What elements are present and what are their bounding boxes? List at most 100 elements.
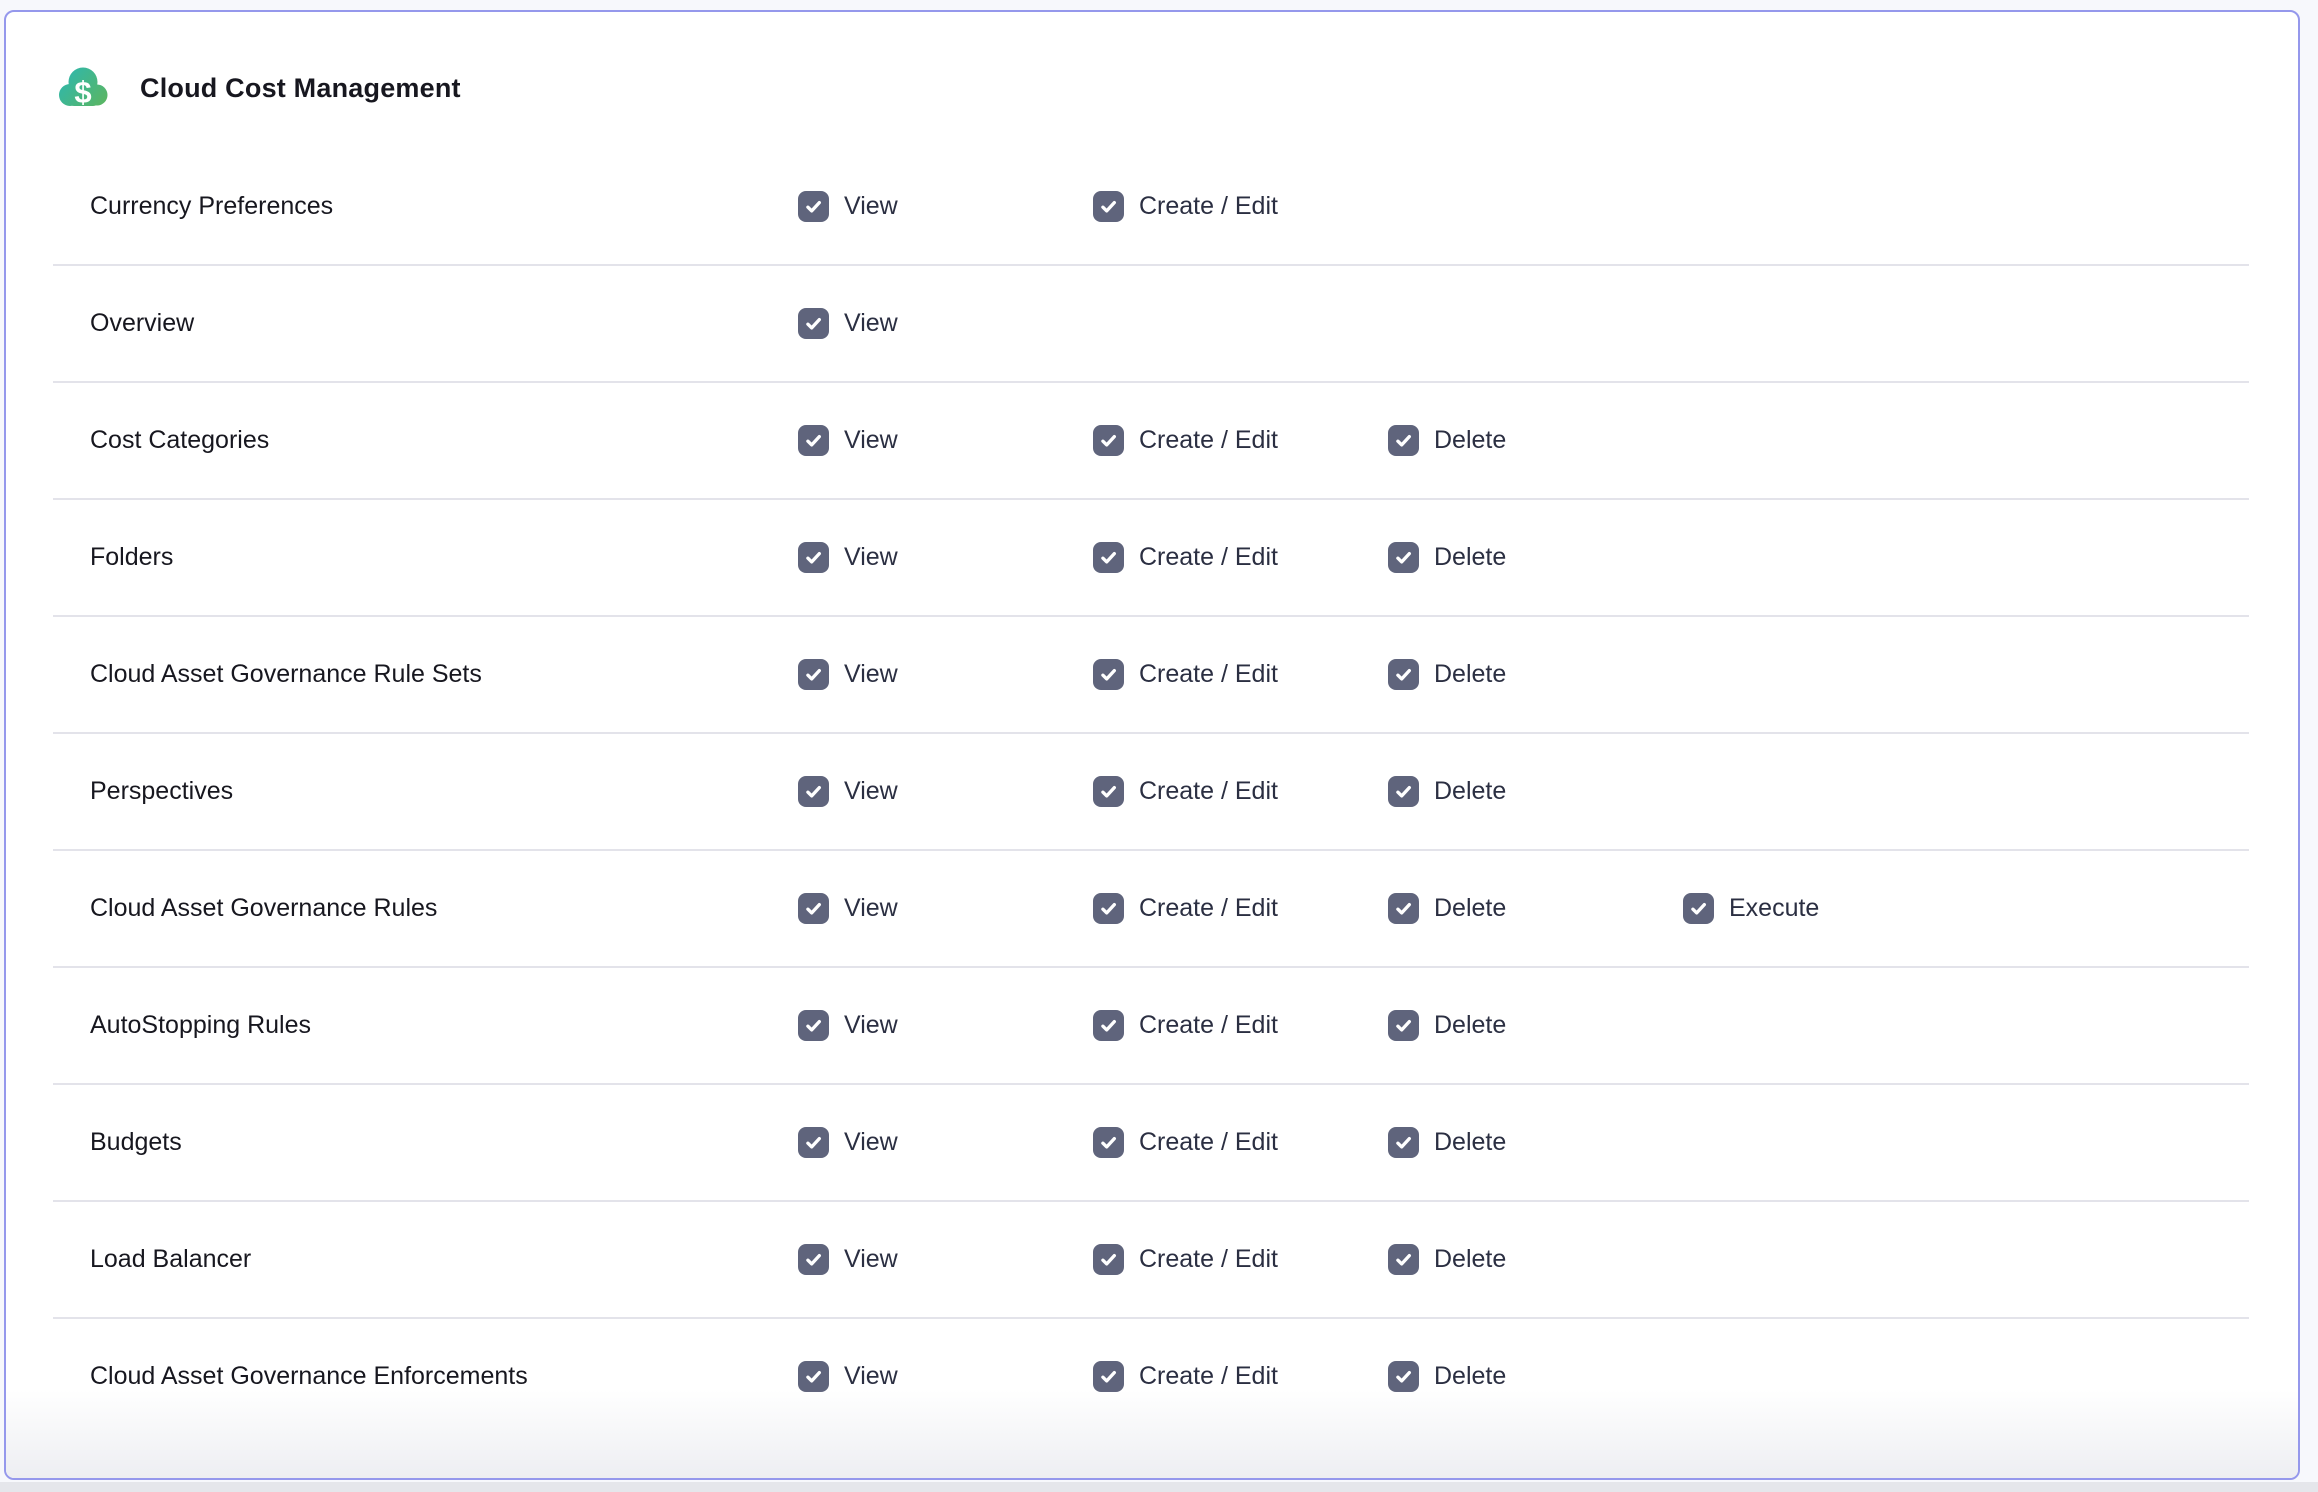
resource-name: Folders [6,543,798,572]
checkbox[interactable] [798,425,829,456]
checkbox[interactable] [1388,893,1419,924]
checkbox[interactable] [1093,1010,1124,1041]
permission-label: Delete [1434,1245,1506,1274]
permission-label: View [844,192,898,221]
check-icon [1394,548,1413,567]
checkbox[interactable] [1093,1361,1124,1392]
check-icon [804,548,823,567]
checkbox[interactable] [1093,191,1124,222]
check-icon [804,1250,823,1269]
checkbox[interactable] [1388,659,1419,690]
check-icon [1099,899,1118,918]
checkbox[interactable] [1388,425,1419,456]
permission-label: Delete [1434,1011,1506,1040]
svg-text:$: $ [74,75,91,110]
permission-view: View [798,1244,1093,1275]
permission-row: AutoStopping Rules ViewCreate / EditDele… [6,967,2298,1084]
permission-row: Cloud Asset Governance Enforcements View… [6,1318,2298,1435]
checkbox[interactable] [798,1361,829,1392]
checkbox[interactable] [798,191,829,222]
check-icon [804,1016,823,1035]
permission-row: Currency Preferences View Create / Edit [6,148,2298,265]
permission-label: View [844,426,898,455]
permission-row: Overview View [6,265,2298,382]
permission-create-edit: Create / Edit [1093,659,1388,690]
permission-view: View [798,1010,1093,1041]
checkbox[interactable] [1388,1244,1419,1275]
permission-row: Cloud Asset Governance Rule Sets View Cre… [6,616,2298,733]
check-icon [1394,431,1413,450]
permission-label: Create / Edit [1139,660,1278,689]
checkbox[interactable] [1093,659,1124,690]
permission-view: View [798,308,1093,339]
permission-label: Create / Edit [1139,426,1278,455]
checkbox[interactable] [798,308,829,339]
checkbox[interactable] [798,542,829,573]
checkbox[interactable] [798,1127,829,1158]
permission-create-edit: Create / Edit [1093,542,1388,573]
checkbox[interactable] [1683,893,1714,924]
permission-view: View [798,659,1093,690]
check-icon [1099,1133,1118,1152]
checkbox[interactable] [798,776,829,807]
permission-label: Create / Edit [1139,543,1278,572]
permission-row: Perspectives ViewCreate / EditDelete [6,733,2298,850]
check-icon [804,1367,823,1386]
permission-label: Delete [1434,777,1506,806]
permission-label: View [844,894,898,923]
permission-row: Folders View Create / Edit Delete [6,499,2298,616]
checkbox[interactable] [798,1010,829,1041]
resource-name: Cloud Asset Governance Rules [6,894,798,923]
checkbox[interactable] [1093,776,1124,807]
checkbox[interactable] [798,1244,829,1275]
checkbox[interactable] [798,659,829,690]
checkbox[interactable] [1093,893,1124,924]
resource-name: Currency Preferences [6,192,798,221]
check-icon [1099,782,1118,801]
checkbox[interactable] [1388,776,1419,807]
checkbox[interactable] [1093,542,1124,573]
permission-label: Create / Edit [1139,1128,1278,1157]
check-icon [804,899,823,918]
checkbox[interactable] [1093,1244,1124,1275]
checkbox[interactable] [1388,1361,1419,1392]
check-icon [804,782,823,801]
permission-view: View [798,425,1093,456]
permission-create-edit: Create / Edit [1093,425,1388,456]
permission-delete: Delete [1388,1127,1683,1158]
permission-row: Load Balancer ViewCreate / EditDelete [6,1201,2298,1318]
permission-row: Budgets ViewCreate / EditDelete [6,1084,2298,1201]
checkbox[interactable] [1388,1010,1419,1041]
check-icon [1394,1250,1413,1269]
permission-label: Delete [1434,1128,1506,1157]
permission-create-edit: Create / Edit [1093,1244,1388,1275]
cloud-cost-management-permissions-panel: $ Cloud Cost Management Currency Prefere… [4,10,2300,1480]
checkbox[interactable] [1388,542,1419,573]
permission-label: Delete [1434,543,1506,572]
permission-label: Create / Edit [1139,192,1278,221]
check-icon [1099,1250,1118,1269]
check-icon [1394,1133,1413,1152]
checkbox[interactable] [798,893,829,924]
permission-create-edit: Create / Edit [1093,191,1388,222]
permission-row: Cloud Asset Governance Rules ViewCreate … [6,850,2298,967]
permission-view: View [798,542,1093,573]
checkbox[interactable] [1388,1127,1419,1158]
checkbox[interactable] [1093,1127,1124,1158]
checkbox[interactable] [1093,425,1124,456]
permission-delete: Delete [1388,1244,1683,1275]
permission-label: Create / Edit [1139,1362,1278,1391]
permission-label: Delete [1434,426,1506,455]
permission-label: Delete [1434,894,1506,923]
permission-label: View [844,1245,898,1274]
resource-name: Perspectives [6,777,798,806]
resource-name: Cloud Asset Governance Rule Sets [6,660,798,689]
check-icon [1099,431,1118,450]
permissions-page: { "header": { "title": "Cloud Cost Manag… [0,0,2318,1492]
permission-label: View [844,660,898,689]
permission-delete: Delete [1388,659,1683,690]
permission-view: View [798,893,1093,924]
check-icon [804,197,823,216]
resource-name: Cost Categories [6,426,798,455]
check-icon [1394,899,1413,918]
